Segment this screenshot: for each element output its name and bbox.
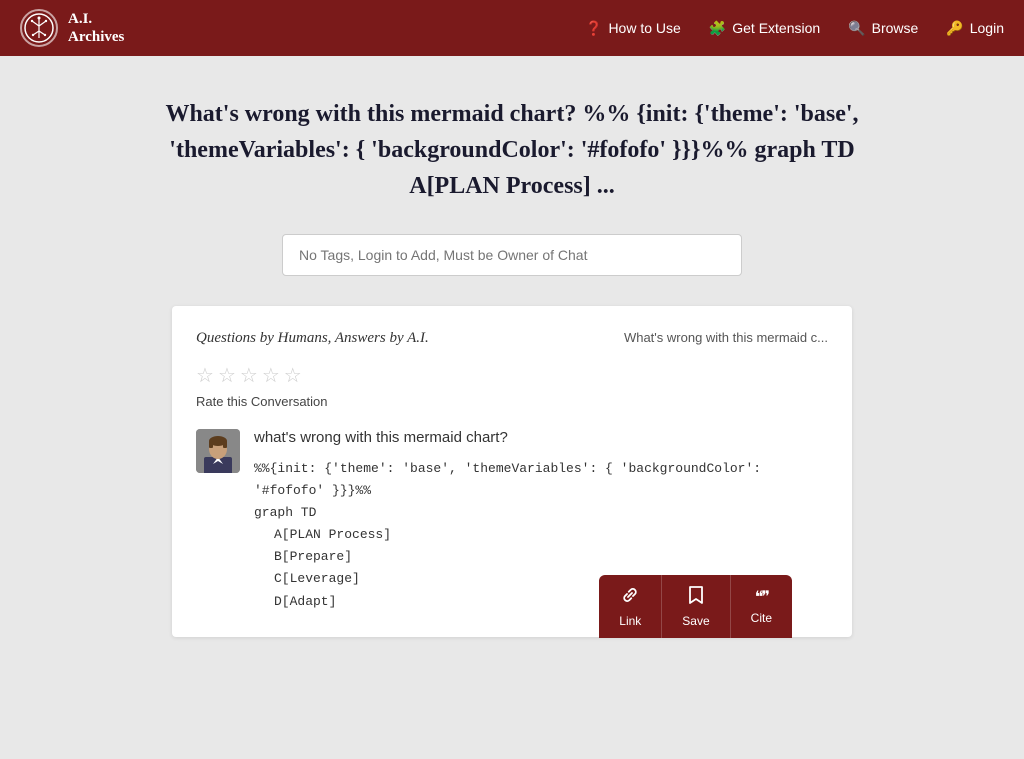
link-icon: [620, 585, 640, 610]
link-button[interactable]: Link: [599, 575, 662, 638]
star-4[interactable]: ☆: [262, 363, 280, 388]
get-extension-link[interactable]: 🧩 Get Extension: [709, 20, 820, 37]
avatar: [196, 429, 240, 473]
nav-links: ❓ How to Use 🧩 Get Extension 🔍 Browse 🔑 …: [585, 20, 1004, 37]
star-1[interactable]: ☆: [196, 363, 214, 388]
cite-icon: ❝❞: [755, 587, 768, 607]
login-link[interactable]: 🔑 Login: [946, 20, 1004, 37]
tags-input[interactable]: [282, 234, 742, 276]
code-line-4: A[PLAN Process]: [254, 524, 828, 546]
page-title: What's wrong with this mermaid chart? %%…: [162, 96, 862, 204]
save-icon: [688, 585, 704, 610]
card-header: Questions by Humans, Answers by A.I. Wha…: [196, 330, 828, 347]
star-5[interactable]: ☆: [284, 363, 302, 388]
card-subtitle: Questions by Humans, Answers by A.I.: [196, 330, 429, 347]
rate-label: Rate this Conversation: [196, 394, 828, 409]
action-bar: Link Save ❝❞ Cite: [599, 575, 792, 638]
cite-button[interactable]: ❝❞ Cite: [731, 575, 792, 638]
logo-text: A.I. Archives: [68, 10, 124, 46]
main-content: What's wrong with this mermaid chart? %%…: [0, 56, 1024, 657]
link-label: Link: [619, 614, 641, 628]
logo[interactable]: A.I. Archives: [20, 9, 124, 47]
save-button[interactable]: Save: [662, 575, 730, 638]
question-icon: ❓: [585, 20, 602, 37]
logo-icon: [20, 9, 58, 47]
login-icon: 🔑: [946, 20, 963, 37]
how-to-use-link[interactable]: ❓ How to Use: [585, 20, 681, 37]
code-line-1: %%{init: {'theme': 'base', 'themeVariabl…: [254, 458, 828, 480]
card-title-truncated: What's wrong with this mermaid c...: [624, 330, 828, 345]
code-line-5: B[Prepare]: [254, 546, 828, 568]
save-label: Save: [682, 614, 709, 628]
navbar: A.I. Archives ❓ How to Use 🧩 Get Extensi…: [0, 0, 1024, 56]
puzzle-icon: 🧩: [709, 20, 726, 37]
code-line-2: '#fofofo' }}}%%: [254, 480, 828, 502]
conversation-card: Questions by Humans, Answers by A.I. Wha…: [172, 306, 852, 637]
star-3[interactable]: ☆: [240, 363, 258, 388]
star-2[interactable]: ☆: [218, 363, 236, 388]
search-icon: 🔍: [848, 20, 865, 37]
star-rating[interactable]: ☆ ☆ ☆ ☆ ☆: [196, 363, 828, 388]
browse-link[interactable]: 🔍 Browse: [848, 20, 918, 37]
cite-label: Cite: [751, 611, 772, 625]
code-line-3: graph TD: [254, 502, 828, 524]
message-question: what's wrong with this mermaid chart?: [254, 429, 828, 446]
